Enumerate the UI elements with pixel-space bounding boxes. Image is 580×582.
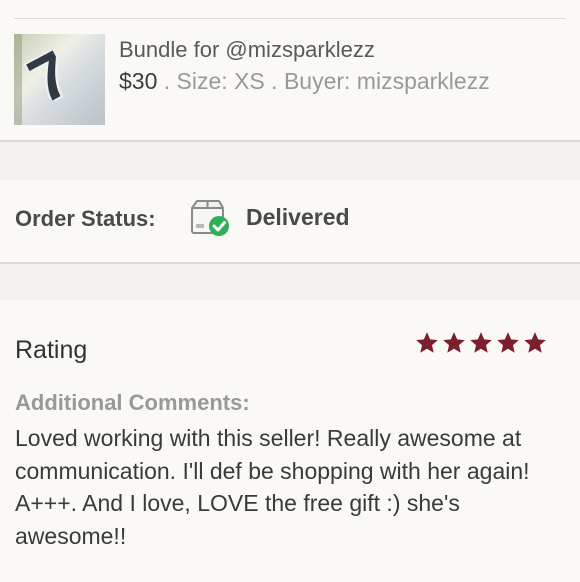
order-status-value: Delivered <box>246 204 350 230</box>
order-status-section: Order Status: Delivered <box>0 180 580 264</box>
star-icon <box>416 332 438 353</box>
rating-section: Rating Additional Comments: Loved workin… <box>0 300 580 582</box>
star-icon <box>524 332 546 353</box>
delivered-box-check-icon <box>191 200 229 236</box>
bundle-size: Size: XS <box>176 68 265 94</box>
meta-separator: . <box>264 68 284 94</box>
additional-comments-text: Loved working with this seller! Really a… <box>15 425 530 549</box>
divider <box>14 18 566 19</box>
bundle-thumbnail[interactable]: 7 <box>14 34 105 125</box>
jersey-number: 7 <box>17 36 83 118</box>
star-icon <box>497 332 519 353</box>
bundle-title[interactable]: Bundle for @mizsparklezz <box>119 37 375 63</box>
star-icon <box>443 332 465 353</box>
bundle-buyer: Buyer: mizsparklezz <box>283 68 490 94</box>
bundle-price: $30 <box>119 68 158 94</box>
star-rating <box>414 330 548 356</box>
check-badge <box>209 216 229 236</box>
order-status-label: Order Status: <box>15 206 156 231</box>
thumbnail-stripe <box>14 34 22 125</box>
meta-separator: . <box>157 68 177 94</box>
bundle-summary: 7 Bundle for @mizsparklezz $30 . Size: X… <box>0 0 580 142</box>
bundle-meta: $30 . Size: XS . Buyer: mizsparklezz <box>119 68 490 95</box>
additional-comments-label: Additional Comments: <box>15 390 250 415</box>
star-icon <box>470 332 492 353</box>
rating-title: Rating <box>15 336 88 364</box>
